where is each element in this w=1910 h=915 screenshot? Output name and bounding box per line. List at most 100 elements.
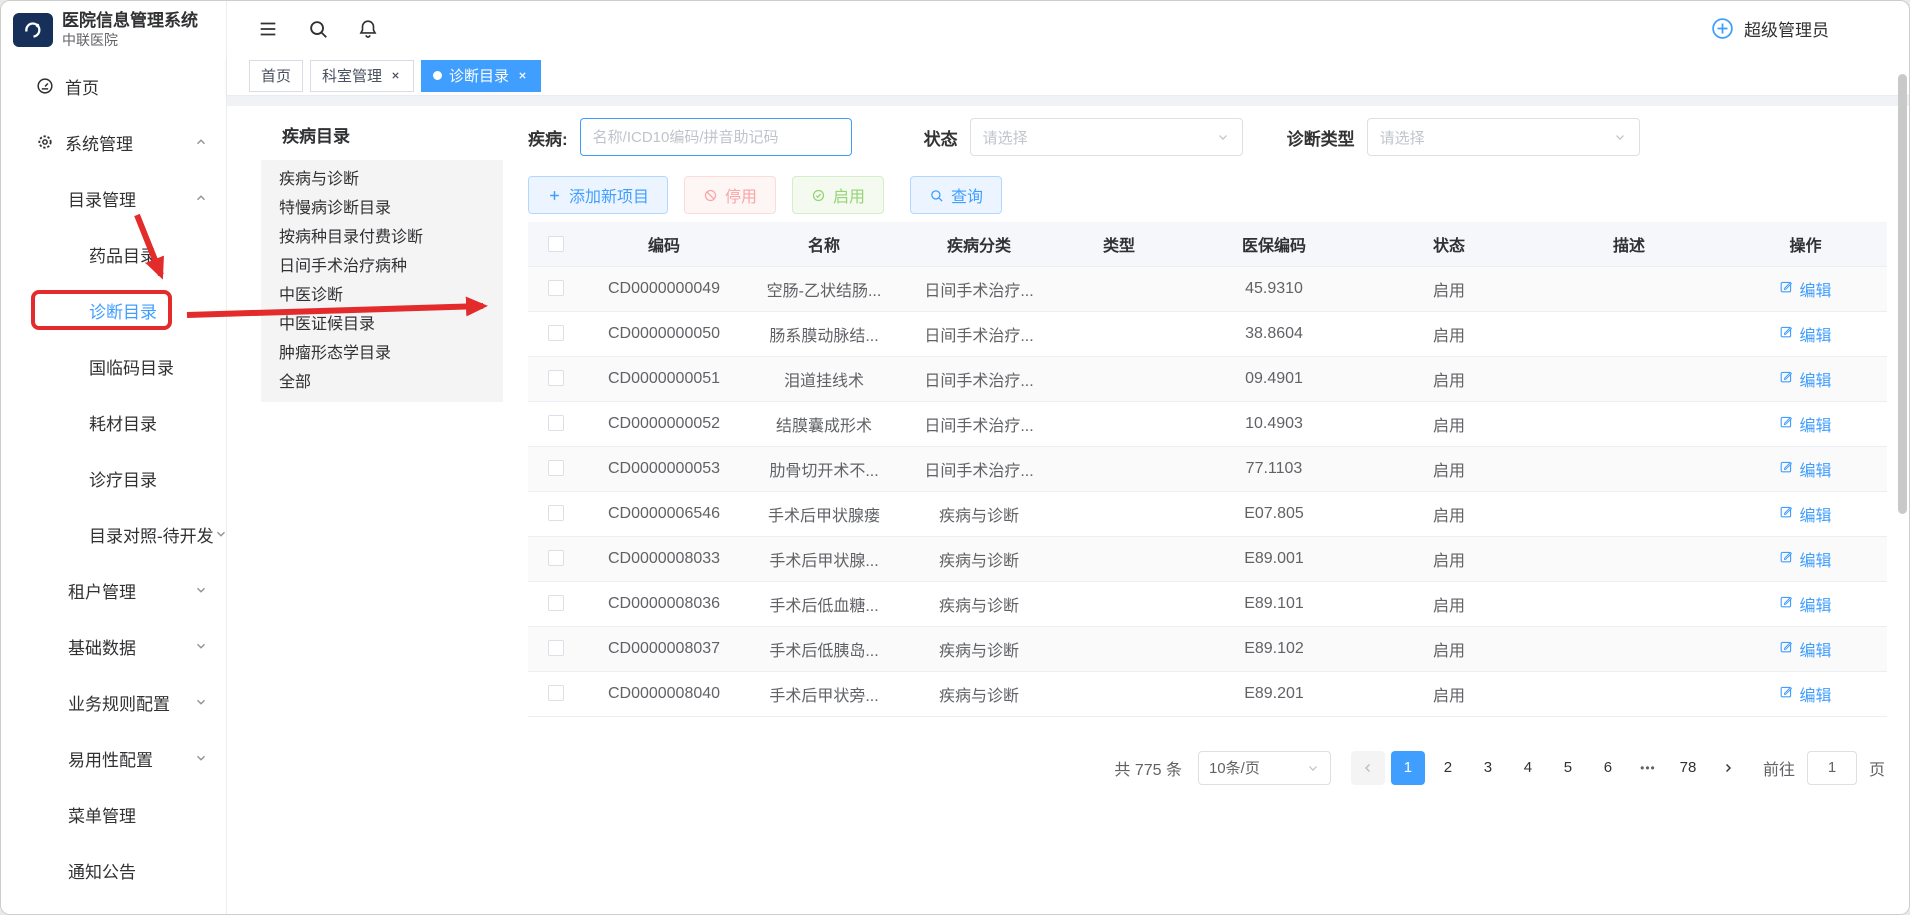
- chevron-down-icon: [1306, 761, 1320, 775]
- scrollbar-thumb[interactable]: [1898, 74, 1907, 514]
- row-checkbox-cell: [528, 626, 584, 671]
- page-button-2[interactable]: 2: [1431, 751, 1465, 785]
- catalog-item-3[interactable]: 日间手术治疗病种: [261, 252, 503, 281]
- catalog-item-5[interactable]: 中医证候目录: [261, 310, 503, 339]
- catalog-item-7[interactable]: 全部: [261, 368, 503, 397]
- edit-button[interactable]: 编辑: [1779, 637, 1831, 661]
- edit-button[interactable]: 编辑: [1779, 457, 1831, 481]
- cell-category: 日间手术治疗...: [904, 356, 1054, 401]
- sidebar-item-label: 诊断目录: [89, 298, 157, 323]
- select-all-checkbox[interactable]: [548, 236, 564, 252]
- row-checkbox-cell: [528, 581, 584, 626]
- close-icon[interactable]: [516, 69, 529, 82]
- page-button-4[interactable]: 4: [1511, 751, 1545, 785]
- edit-icon: [1779, 684, 1794, 704]
- sidebar-item-4[interactable]: 诊断目录: [1, 282, 226, 338]
- catalog-item-2[interactable]: 按病种目录付费诊断: [261, 223, 503, 252]
- edit-button[interactable]: 编辑: [1779, 367, 1831, 391]
- row-checkbox[interactable]: [548, 685, 564, 701]
- sidebar-item-10[interactable]: 基础数据: [1, 618, 226, 674]
- cell-actions: 编辑: [1724, 536, 1887, 581]
- edit-label: 编辑: [1799, 592, 1831, 616]
- diagnosis-type-select[interactable]: 请选择: [1367, 118, 1640, 156]
- row-checkbox[interactable]: [548, 550, 564, 566]
- sidebar-item-7[interactable]: 诊疗目录: [1, 450, 226, 506]
- catalog-item-6[interactable]: 肿瘤形态学目录: [261, 339, 503, 368]
- cell-code: CD0000008037: [584, 626, 744, 671]
- search-icon[interactable]: [307, 18, 329, 40]
- enable-button[interactable]: 启用: [792, 176, 884, 214]
- cell-name: 手术后低血糖...: [744, 581, 904, 626]
- sidebar-item-12[interactable]: 易用性配置: [1, 730, 226, 786]
- sidebar-item-14[interactable]: 通知公告: [1, 842, 226, 898]
- page-button-5[interactable]: 5: [1551, 751, 1585, 785]
- goto-page-input[interactable]: [1807, 751, 1857, 785]
- tab-1[interactable]: 科室管理: [310, 60, 414, 92]
- row-checkbox-cell: [528, 491, 584, 536]
- menu-collapse-icon[interactable]: [257, 18, 279, 40]
- cell-name: 结膜囊成形术: [744, 401, 904, 446]
- content-outer: 疾病目录 疾病与诊断特慢病诊断目录按病种目录付费诊断日间手术治疗病种中医诊断中医…: [227, 96, 1909, 914]
- edit-button[interactable]: 编辑: [1779, 592, 1831, 616]
- page-size-value: 10条/页: [1209, 757, 1260, 778]
- cell-code: CD0000008033: [584, 536, 744, 581]
- row-checkbox-cell: [528, 401, 584, 446]
- sidebar-item-13[interactable]: 菜单管理: [1, 786, 226, 842]
- row-checkbox[interactable]: [548, 370, 564, 386]
- page-size-select[interactable]: 10条/页: [1198, 751, 1331, 785]
- disable-button-label: 停用: [725, 183, 757, 207]
- query-button[interactable]: 查询: [910, 176, 1002, 214]
- cell-name: 肋骨切开术不...: [744, 446, 904, 491]
- row-checkbox[interactable]: [548, 505, 564, 521]
- sidebar-item-3[interactable]: 药品目录: [1, 226, 226, 282]
- edit-button[interactable]: 编辑: [1779, 277, 1831, 301]
- prev-page-button[interactable]: [1351, 751, 1385, 785]
- cell-name: 手术后低胰岛...: [744, 626, 904, 671]
- more-pages-button[interactable]: •••: [1631, 751, 1665, 785]
- sidebar-item-9[interactable]: 租户管理: [1, 562, 226, 618]
- sidebar-item-1[interactable]: 系统管理: [1, 114, 226, 170]
- chevron-down-icon: [194, 583, 208, 597]
- disable-button[interactable]: 停用: [684, 176, 776, 214]
- next-page-button[interactable]: [1711, 751, 1745, 785]
- edit-button[interactable]: 编辑: [1779, 412, 1831, 436]
- page-button-6[interactable]: 6: [1591, 751, 1625, 785]
- tab-0[interactable]: 首页: [249, 60, 303, 92]
- row-checkbox[interactable]: [548, 325, 564, 341]
- edit-button[interactable]: 编辑: [1779, 502, 1831, 526]
- sidebar-item-2[interactable]: 目录管理: [1, 170, 226, 226]
- page-button-1[interactable]: 1: [1391, 751, 1425, 785]
- catalog-item-4[interactable]: 中医诊断: [261, 281, 503, 310]
- row-checkbox[interactable]: [548, 280, 564, 296]
- gear-icon: [35, 132, 55, 152]
- user-menu[interactable]: 超级管理员: [1710, 16, 1829, 41]
- cell-code: CD0000000053: [584, 446, 744, 491]
- row-checkbox[interactable]: [548, 415, 564, 431]
- row-checkbox[interactable]: [548, 595, 564, 611]
- tab-2[interactable]: 诊断目录: [421, 60, 541, 92]
- status-select-value: 请选择: [983, 127, 1028, 148]
- scrollbar: [1898, 58, 1907, 908]
- sidebar-item-6[interactable]: 耗材目录: [1, 394, 226, 450]
- notification-bell-icon[interactable]: [357, 18, 379, 40]
- sidebar-item-5[interactable]: 国临码目录: [1, 338, 226, 394]
- close-icon[interactable]: [389, 69, 402, 82]
- add-new-item-button[interactable]: 添加新项目: [528, 176, 668, 214]
- row-checkbox[interactable]: [548, 460, 564, 476]
- disease-search-input[interactable]: [580, 118, 852, 156]
- sidebar-item-label: 目录管理: [68, 186, 136, 211]
- status-select[interactable]: 请选择: [970, 118, 1243, 156]
- row-checkbox[interactable]: [548, 640, 564, 656]
- sidebar-item-8[interactable]: 目录对照-待开发: [1, 506, 226, 562]
- catalog-item-0[interactable]: 疾病与诊断: [261, 165, 503, 194]
- edit-button[interactable]: 编辑: [1779, 322, 1831, 346]
- catalog-item-1[interactable]: 特慢病诊断目录: [261, 194, 503, 223]
- enable-button-label: 启用: [833, 183, 865, 207]
- page-button-3[interactable]: 3: [1471, 751, 1505, 785]
- sidebar-item-0[interactable]: 首页: [1, 58, 226, 114]
- cell-status: 启用: [1364, 356, 1534, 401]
- page-button-78[interactable]: 78: [1671, 751, 1705, 785]
- edit-button[interactable]: 编辑: [1779, 547, 1831, 571]
- edit-button[interactable]: 编辑: [1779, 682, 1831, 706]
- sidebar-item-11[interactable]: 业务规则配置: [1, 674, 226, 730]
